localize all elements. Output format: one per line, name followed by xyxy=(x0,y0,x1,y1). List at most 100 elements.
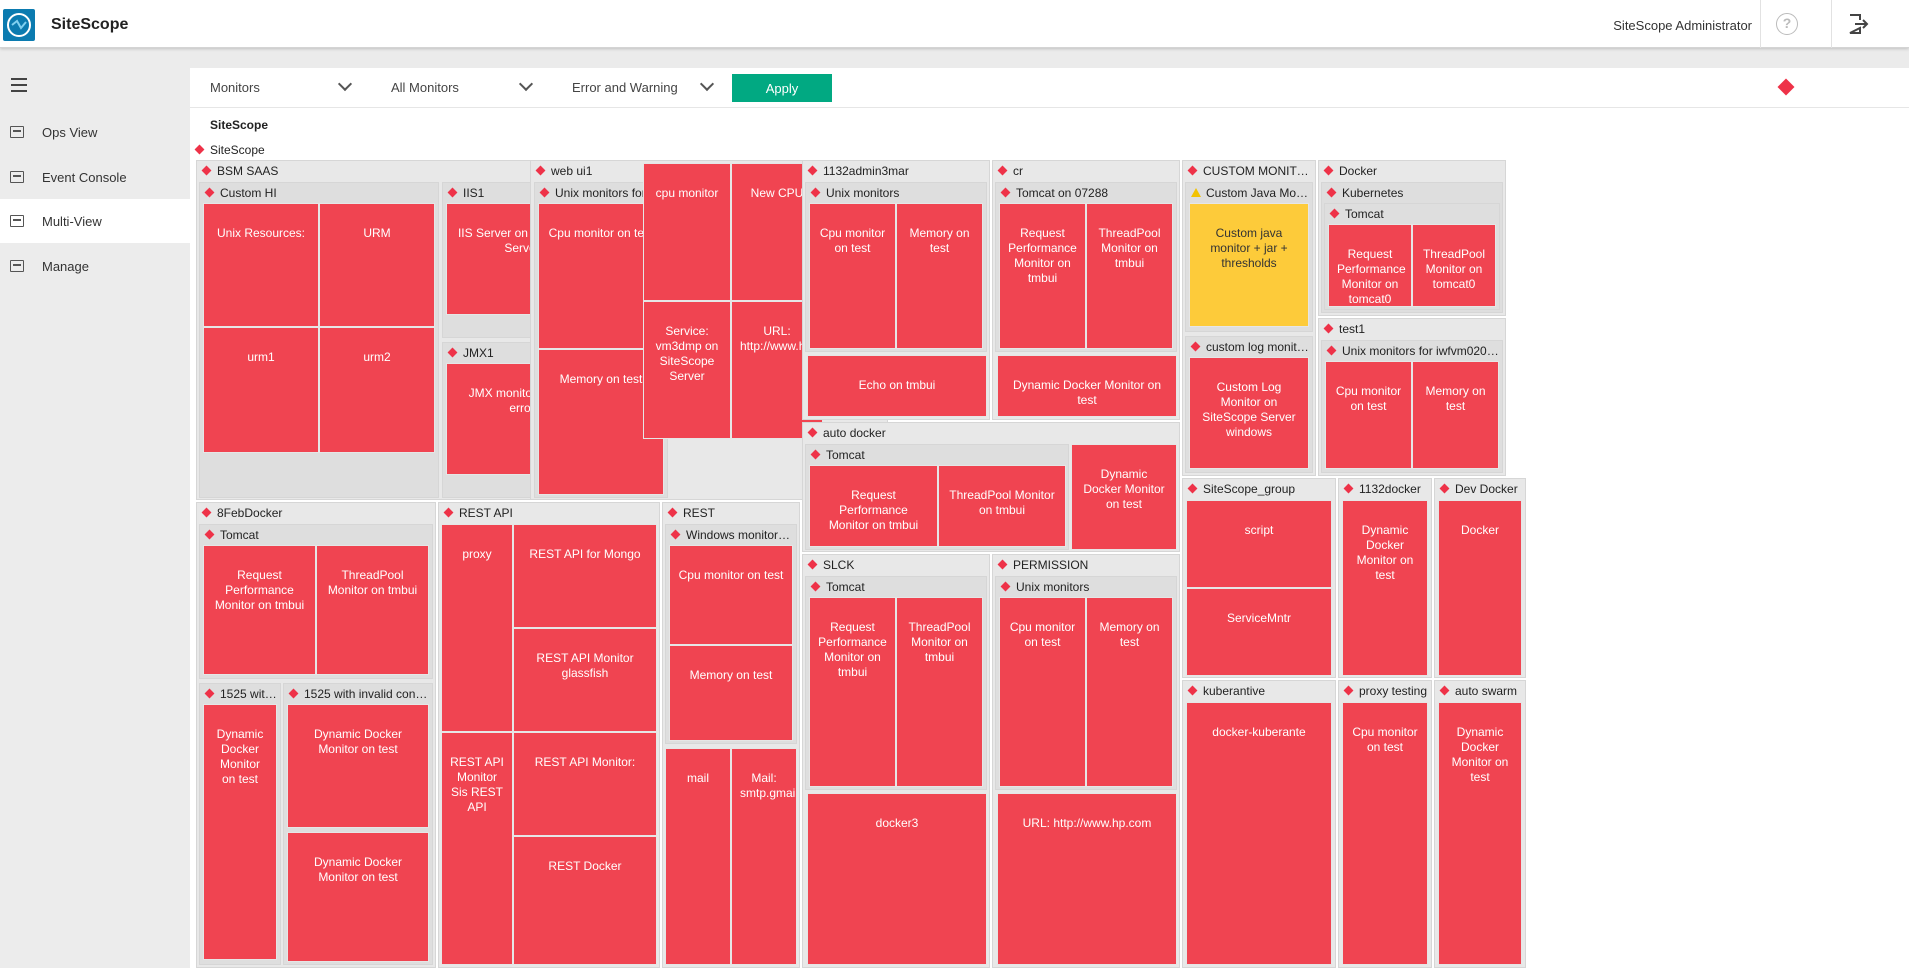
monitor-tile[interactable]: REST API Monitor: xyxy=(513,732,657,836)
monitor-tile[interactable]: Cpu monitor on test xyxy=(999,597,1086,787)
group-8febdocker[interactable]: 8FebDocker Tomcat Request Performance Mo… xyxy=(196,502,436,968)
group-unix-iwfvm[interactable]: Unix monitors for iwfvm02076.hpswlabs.hp… xyxy=(1321,340,1503,473)
monitor-tile[interactable]: cpu monitor xyxy=(643,163,731,301)
sidebar-item-ops-view[interactable]: Ops View xyxy=(0,110,190,154)
group-dev-docker[interactable]: Dev Docker Docker xyxy=(1434,478,1526,678)
group-cr[interactable]: cr Tomcat on 07288 Request Performance M… xyxy=(992,160,1180,420)
monitor-tile[interactable]: ThreadPool Monitor on tmbui xyxy=(938,465,1066,547)
group-unix-monitors[interactable]: Unix monitors Cpu monitor on test Memory… xyxy=(995,576,1177,790)
help-icon[interactable]: ? xyxy=(1776,13,1798,35)
monitor-tile[interactable]: Request Performance Monitor on tomcat0 xyxy=(1328,224,1412,307)
scope-select[interactable]: All Monitors xyxy=(391,72,534,102)
group-auto-docker[interactable]: auto docker Tomcat Request Performance M… xyxy=(802,422,1180,552)
monitor-tile[interactable]: URL: http://www.hp.com xyxy=(997,793,1177,965)
monitor-tile[interactable]: REST API for Mongo xyxy=(513,524,657,628)
group-label: cr xyxy=(993,161,1179,181)
group-tomcat[interactable]: Tomcat Request Performance Monitor on tm… xyxy=(805,444,1069,550)
hamburger-menu-icon[interactable] xyxy=(11,78,27,92)
group-custom-monitor[interactable]: CUSTOM MONITOR RE... Custom Java Monitor… xyxy=(1182,160,1316,476)
monitor-tile[interactable]: urm1 xyxy=(203,327,319,453)
monitor-tile[interactable]: Custom Log Monitor on SiteScope Server w… xyxy=(1189,357,1309,469)
monitor-tile[interactable]: mail xyxy=(665,748,731,965)
monitor-tile[interactable]: Request Performance Monitor on tmbui xyxy=(999,203,1086,349)
monitor-tile[interactable]: Request Performance Monitor on tmbui xyxy=(809,465,938,547)
group-1132admin3mar[interactable]: 1132admin3mar Unix monitors Cpu monitor … xyxy=(802,160,990,420)
monitor-tile[interactable]: urm2 xyxy=(319,327,435,453)
monitor-tile[interactable]: Dynamic Docker Monitor on test xyxy=(1342,500,1428,676)
group-custom-hi[interactable]: Custom HI Unix Resources: URM urm1 urm2 xyxy=(199,182,439,498)
monitor-tile[interactable]: Echo on tmbui xyxy=(807,355,987,417)
group-auto-swarm[interactable]: auto swarm Dynamic Docker Monitor on tes… xyxy=(1434,680,1526,968)
apply-button[interactable]: Apply xyxy=(732,74,832,102)
monitor-tile[interactable]: Mail: smtp.gmail.con xyxy=(731,748,797,965)
chevron-down-icon xyxy=(699,76,715,92)
group-tomcat-07288[interactable]: Tomcat on 07288 Request Performance Moni… xyxy=(995,182,1177,352)
monitor-tile[interactable]: Cpu monitor on test xyxy=(669,545,793,645)
monitor-tile[interactable]: ThreadPool Monitor on tmbui xyxy=(316,545,429,675)
monitor-tile[interactable]: URM xyxy=(319,203,435,327)
group-rest[interactable]: REST Windows monitors for 16.183... Cpu … xyxy=(662,502,800,968)
status-select[interactable]: Error and Warning xyxy=(572,72,715,102)
monitor-tile[interactable]: REST Docker xyxy=(513,836,657,965)
monitor-tile[interactable]: Request Performance Monitor on tmbui xyxy=(809,597,896,787)
monitor-tile[interactable]: ThreadPool Monitor on tmbui xyxy=(896,597,983,787)
monitor-tile[interactable]: ServiceMntr xyxy=(1186,588,1332,676)
group-custom-java-monitor[interactable]: Custom Java Monitor Custom java monitor … xyxy=(1185,182,1313,332)
group-kubernetes[interactable]: Kubernetes Tomcat Request Performance Mo… xyxy=(1321,182,1503,313)
group-sitescope-group[interactable]: SiteScope_group script ServiceMntr xyxy=(1182,478,1336,678)
group-label: Unix monitors xyxy=(996,577,1176,597)
group-tomcat[interactable]: Tomcat Request Performance Monitor on to… xyxy=(1324,203,1500,310)
monitor-tile[interactable]: Dynamic Docker Monitor on test xyxy=(1438,702,1522,965)
monitor-tile[interactable]: docker3 xyxy=(807,793,987,965)
monitor-tile[interactable]: docker-kuberante xyxy=(1186,702,1332,965)
sidebar-item-label: Event Console xyxy=(42,169,127,185)
monitor-tile[interactable]: Cpu monitor on test xyxy=(1342,702,1428,965)
monitor-tile[interactable]: Dynamic Docker Monitor on test xyxy=(997,355,1177,417)
monitor-tile[interactable]: Service: vm3dmp on SiteScope Server xyxy=(643,301,731,439)
sidebar-item-event-console[interactable]: Event Console xyxy=(0,155,190,199)
group-custom-log-monitor[interactable]: custom log monitor 1... Custom Log Monit… xyxy=(1185,336,1313,473)
monitor-tile[interactable]: Docker xyxy=(1438,500,1522,676)
monitor-tile[interactable]: Dynamic Docker Monitor on test xyxy=(1071,444,1177,550)
group-proxy-testing[interactable]: proxy testing Cpu monitor on test xyxy=(1338,680,1432,968)
group-tomcat[interactable]: Tomcat Request Performance Monitor on tm… xyxy=(805,576,987,790)
user-name[interactable]: SiteScope Administrator xyxy=(1613,18,1752,33)
monitor-tile-warning[interactable]: Custom java monitor + jar + thresholds xyxy=(1189,203,1309,327)
group-label: Kubernetes xyxy=(1322,183,1502,203)
monitor-tile[interactable]: proxy xyxy=(441,524,513,732)
monitor-tile[interactable]: ThreadPool Monitor on tomcat0 xyxy=(1412,224,1496,307)
monitor-tile[interactable]: Dynamic Docker Monitor on test xyxy=(287,704,429,828)
monitor-tile[interactable]: Request Performance Monitor on tmbui xyxy=(203,545,316,675)
monitor-tile[interactable]: Dynamic Docker Monitor on test xyxy=(287,832,429,962)
monitor-tile[interactable]: Memory on test xyxy=(669,645,793,741)
group-rest-api[interactable]: REST API proxy REST API Monitor Sis REST… xyxy=(438,502,660,968)
group-label-root[interactable]: SiteScope xyxy=(190,140,590,160)
monitor-tile[interactable]: Cpu monitor on test xyxy=(809,203,896,349)
monitor-tile[interactable]: script xyxy=(1186,500,1332,588)
group-slck[interactable]: SLCK Tomcat Request Performance Monitor … xyxy=(802,554,990,968)
monitor-tile[interactable]: REST API Monitor Sis REST API xyxy=(441,732,513,965)
view-select[interactable]: Monitors xyxy=(210,72,353,102)
monitor-tile[interactable]: ThreadPool Monitor on tmbui xyxy=(1086,203,1173,349)
monitor-tile[interactable]: Dynamic Docker Monitor on test xyxy=(203,704,277,960)
monitor-tile[interactable]: Memory on test xyxy=(896,203,983,349)
group-kuberantive[interactable]: kuberantive docker-kuberante xyxy=(1182,680,1336,968)
group-1525-with-co[interactable]: 1525 with co... Dynamic Docker Monitor o… xyxy=(199,683,281,965)
monitor-tile[interactable]: REST API Monitor glassfish xyxy=(513,628,657,732)
group-label: Unix monitors for iwfvm02076.hpswlabs.hp… xyxy=(1322,341,1502,361)
group-test1[interactable]: test1 Unix monitors for iwfvm02076.hpswl… xyxy=(1318,318,1506,476)
group-permission[interactable]: PERMISSION Unix monitors Cpu monitor on … xyxy=(992,554,1180,968)
group-unix-monitors[interactable]: Unix monitors Cpu monitor on test Memory… xyxy=(805,182,987,352)
group-tomcat[interactable]: Tomcat Request Performance Monitor on tm… xyxy=(199,524,433,679)
monitor-tile[interactable]: Unix Resources: xyxy=(203,203,319,327)
logout-icon[interactable] xyxy=(1846,12,1870,36)
group-windows-monitors[interactable]: Windows monitors for 16.183... Cpu monit… xyxy=(665,524,797,744)
sidebar-item-manage[interactable]: Manage xyxy=(0,244,190,288)
group-1525-invalid[interactable]: 1525 with invalid conatine... Dynamic Do… xyxy=(283,683,433,965)
sidebar-item-multi-view[interactable]: Multi-View xyxy=(0,199,190,243)
monitor-tile[interactable]: Memory on test xyxy=(1412,361,1499,469)
group-docker[interactable]: Docker Kubernetes Tomcat Request Perform… xyxy=(1318,160,1506,316)
monitor-tile[interactable]: Memory on test xyxy=(1086,597,1173,787)
group-1132docker[interactable]: 1132docker Dynamic Docker Monitor on tes… xyxy=(1338,478,1432,678)
monitor-tile[interactable]: Cpu monitor on test xyxy=(1325,361,1412,469)
